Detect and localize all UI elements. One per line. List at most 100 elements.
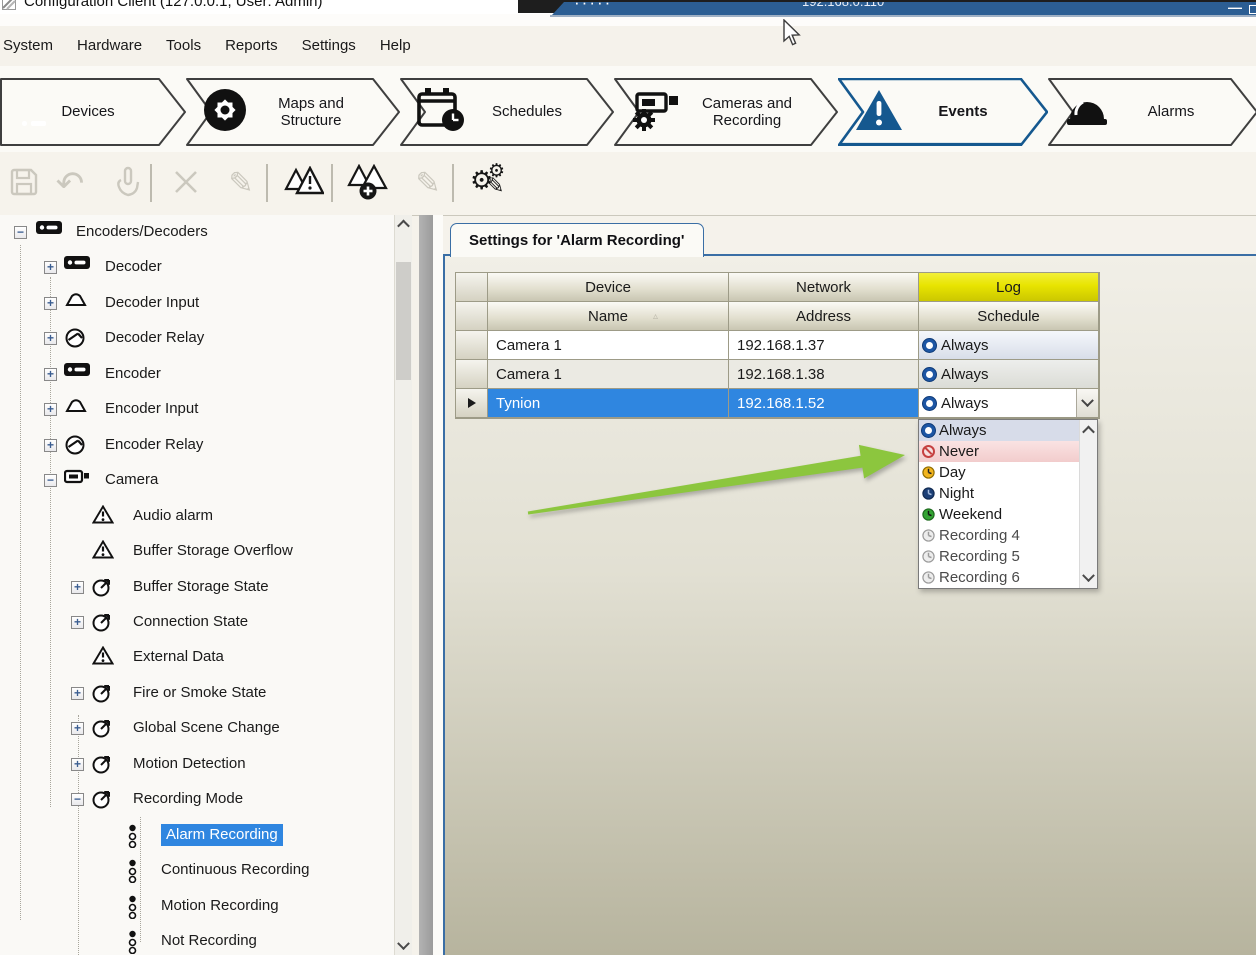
- tab-events[interactable]: Events: [838, 78, 1048, 146]
- add-compound-event-button[interactable]: [346, 162, 390, 206]
- tree-scrollbar-thumb[interactable]: [396, 262, 411, 380]
- tree-item-label[interactable]: Decoder Input: [105, 292, 199, 314]
- tree-item-label[interactable]: Connection State: [133, 611, 248, 633]
- tree-item-buffer-storage-state[interactable]: + Buffer Storage State: [0, 571, 394, 605]
- cell-device-name[interactable]: Tynion: [488, 389, 729, 418]
- column-group-network[interactable]: Network: [729, 273, 919, 302]
- dropdown-option-never[interactable]: Never: [919, 441, 1084, 462]
- expand-toggle[interactable]: +: [71, 687, 84, 700]
- menu-help[interactable]: Help: [368, 33, 423, 58]
- menu-reports[interactable]: Reports: [213, 33, 290, 58]
- rdp-minimize-icon[interactable]: —: [1228, 2, 1242, 15]
- dropdown-scrollbar[interactable]: [1079, 420, 1097, 588]
- cell-network-address[interactable]: 192.168.1.52: [729, 389, 919, 418]
- tree-item-camera[interactable]: − Camera: [0, 464, 394, 498]
- column-header-schedule[interactable]: Schedule: [919, 302, 1099, 331]
- combo-dropdown-button[interactable]: [1076, 389, 1098, 417]
- dropdown-option-recording-5[interactable]: Recording 5: [919, 546, 1084, 567]
- schedule-combobox[interactable]: Always: [919, 389, 1099, 418]
- tree-item-recording-mode[interactable]: −Recording Mode: [0, 783, 394, 817]
- save-button[interactable]: [2, 162, 46, 206]
- row-selector[interactable]: [456, 389, 488, 418]
- tree-item-decoder-relay[interactable]: +Decoder Relay: [0, 322, 394, 356]
- tree-item-label[interactable]: External Data: [133, 646, 224, 668]
- tree-scrollbar[interactable]: [394, 215, 412, 955]
- pan-button[interactable]: [106, 162, 150, 206]
- column-header-address[interactable]: Address: [729, 302, 919, 331]
- tab-alarms[interactable]: Alarms: [1048, 78, 1256, 146]
- expand-toggle[interactable]: +: [44, 368, 57, 381]
- scroll-up-icon[interactable]: [395, 215, 412, 233]
- dropdown-scroll-down-icon[interactable]: [1080, 569, 1097, 587]
- event-triangles-button[interactable]: [282, 162, 326, 206]
- menu-settings[interactable]: Settings: [290, 33, 368, 58]
- tree-item-label[interactable]: Global Scene Change: [133, 717, 280, 739]
- tree-item-global-scene-change[interactable]: + Global Scene Change: [0, 712, 394, 746]
- dropdown-option-night[interactable]: Night: [919, 483, 1084, 504]
- tree-item-encoder[interactable]: + Encoder: [0, 358, 394, 392]
- menu-tools[interactable]: Tools: [154, 33, 213, 58]
- tree-item-not-recording[interactable]: Not Recording: [0, 925, 394, 955]
- tree-item-encoders/decoders[interactable]: − Encoders/Decoders: [0, 216, 394, 250]
- expand-toggle[interactable]: +: [44, 403, 57, 416]
- cell-schedule[interactable]: Always: [919, 331, 1099, 360]
- expand-toggle[interactable]: +: [71, 722, 84, 735]
- tree-item-label[interactable]: Decoder: [105, 256, 162, 278]
- expand-toggle[interactable]: +: [71, 616, 84, 629]
- tree-item-label[interactable]: Continuous Recording: [161, 859, 309, 881]
- row-selector[interactable]: [456, 360, 488, 389]
- expand-toggle[interactable]: +: [44, 439, 57, 452]
- tree-item-label[interactable]: Motion Detection: [133, 753, 246, 775]
- rename-button[interactable]: ✎: [219, 162, 263, 206]
- collapse-toggle[interactable]: −: [14, 226, 27, 239]
- tree-item-buffer-storage-overflow[interactable]: Buffer Storage Overflow: [0, 535, 394, 569]
- tab-maps-and-structure[interactable]: Maps and Structure: [186, 78, 400, 146]
- tab-schedules[interactable]: Schedules: [400, 78, 614, 146]
- tree-item-motion-recording[interactable]: Motion Recording: [0, 890, 394, 924]
- tab-devices[interactable]: Devices: [0, 78, 186, 146]
- tree-item-alarm-recording[interactable]: Alarm Recording: [0, 819, 394, 853]
- cell-device-name[interactable]: Camera 1: [488, 331, 729, 360]
- panel-splitter[interactable]: [419, 215, 433, 955]
- expand-toggle[interactable]: +: [44, 261, 57, 274]
- dropdown-option-always[interactable]: Always: [919, 420, 1084, 441]
- tree-item-decoder[interactable]: + Decoder: [0, 251, 394, 285]
- expand-toggle[interactable]: +: [71, 581, 84, 594]
- tree-item-encoder-input[interactable]: +Encoder Input: [0, 393, 394, 427]
- event-settings-button[interactable]: ⚙ ⚙ ✎: [468, 162, 512, 206]
- tree-item-label[interactable]: Not Recording: [161, 930, 257, 952]
- column-header-name[interactable]: Name▵: [488, 302, 729, 331]
- settings-tab[interactable]: Settings for 'Alarm Recording': [450, 223, 704, 257]
- dropdown-option-weekend[interactable]: Weekend: [919, 504, 1084, 525]
- collapse-toggle[interactable]: −: [44, 474, 57, 487]
- tree-item-continuous-recording[interactable]: Continuous Recording: [0, 854, 394, 888]
- tree-item-motion-detection[interactable]: + Motion Detection: [0, 748, 394, 782]
- dropdown-option-recording-4[interactable]: Recording 4: [919, 525, 1084, 546]
- tree-item-label[interactable]: Encoder Relay: [105, 434, 203, 456]
- cell-network-address[interactable]: 192.168.1.37: [729, 331, 919, 360]
- tree-item-label[interactable]: Buffer Storage State: [133, 576, 269, 598]
- column-group-log[interactable]: Log: [919, 273, 1099, 302]
- edit-compound-event-button[interactable]: ✎: [406, 162, 450, 206]
- expand-toggle[interactable]: +: [44, 297, 57, 310]
- tree-item-label[interactable]: Motion Recording: [161, 895, 279, 917]
- tree-item-connection-state[interactable]: + Connection State: [0, 606, 394, 640]
- scroll-down-icon[interactable]: [395, 937, 412, 955]
- tree-item-external-data[interactable]: External Data: [0, 641, 394, 675]
- dropdown-option-day[interactable]: Day: [919, 462, 1084, 483]
- tree-item-label[interactable]: Encoder: [105, 363, 161, 385]
- cell-network-address[interactable]: 192.168.1.38: [729, 360, 919, 389]
- tree-item-decoder-input[interactable]: + Decoder Input: [0, 287, 394, 321]
- tree-item-label[interactable]: Camera: [105, 469, 158, 491]
- menu-system[interactable]: System: [0, 33, 65, 58]
- delete-button[interactable]: [164, 162, 208, 206]
- tree-item-encoder-relay[interactable]: + Encoder Relay: [0, 429, 394, 463]
- tree-item-label[interactable]: Recording Mode: [133, 788, 243, 810]
- dropdown-option-recording-6[interactable]: Recording 6: [919, 567, 1084, 588]
- column-group-device[interactable]: Device: [488, 273, 729, 302]
- tree-item-label[interactable]: Encoders/Decoders: [76, 221, 208, 243]
- tree-item-fire-or-smoke-state[interactable]: +Fire or Smoke State: [0, 677, 394, 711]
- expand-toggle[interactable]: +: [71, 758, 84, 771]
- undo-button[interactable]: ↶: [48, 162, 92, 206]
- tree-item-label[interactable]: Decoder Relay: [105, 327, 204, 349]
